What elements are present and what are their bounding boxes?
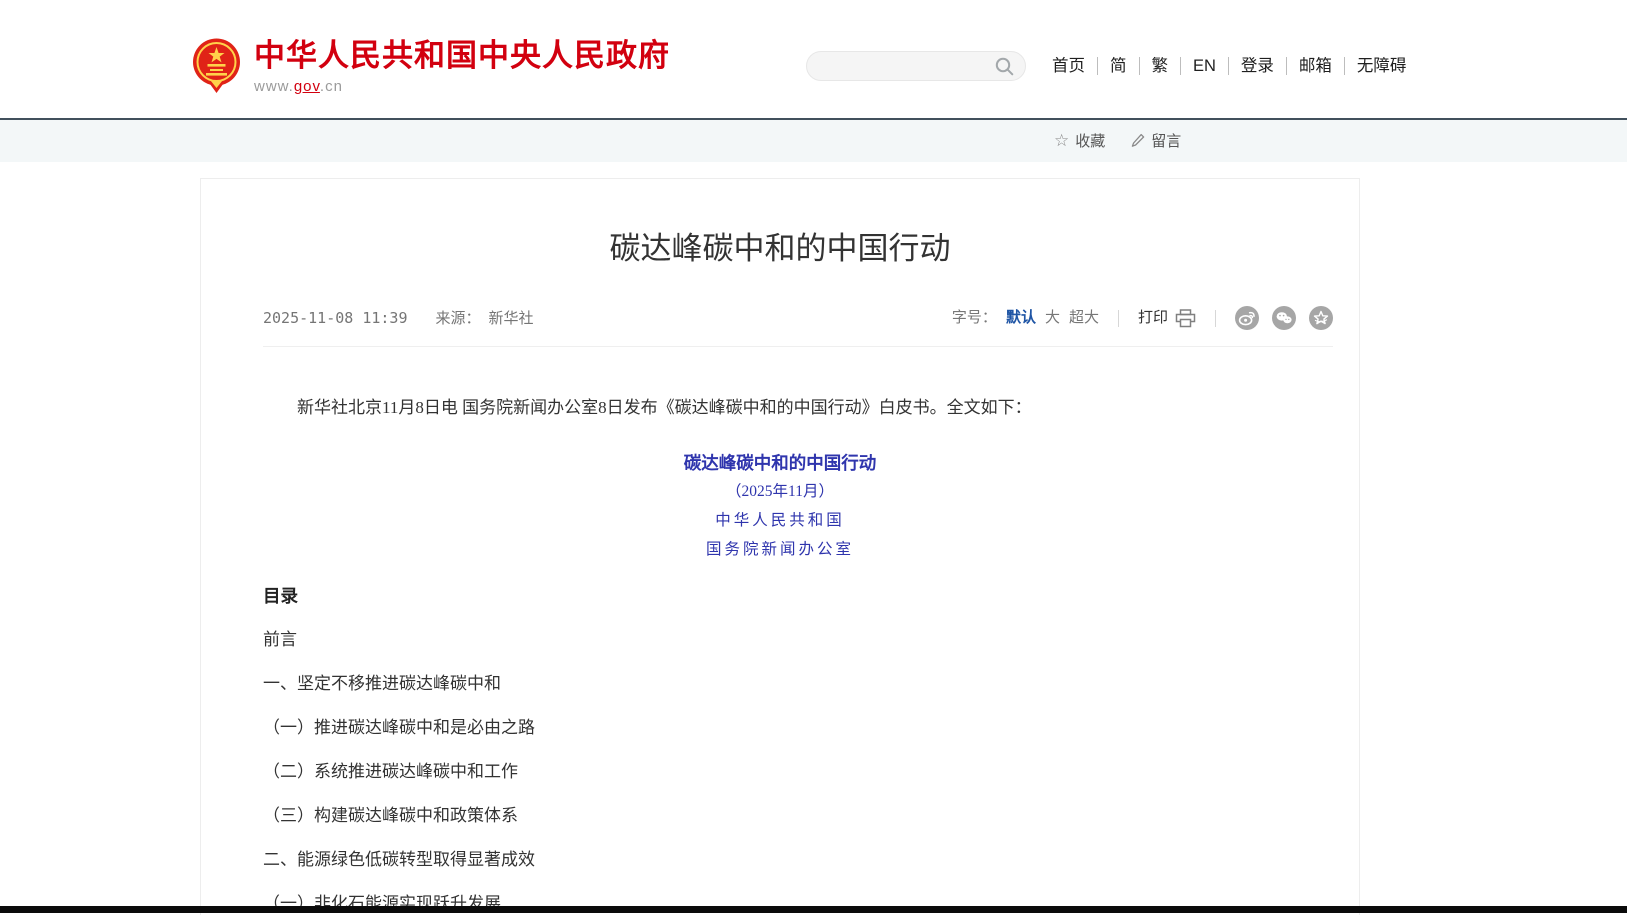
nav-traditional[interactable]: 繁 — [1140, 57, 1182, 75]
pencil-icon — [1131, 133, 1145, 149]
comment-label: 留言 — [1151, 130, 1181, 151]
search-icon[interactable] — [995, 57, 1014, 76]
toc-item: （二）系统推进碳达峰碳中和工作 — [263, 759, 1297, 785]
toc-item: 前言 — [263, 627, 1297, 653]
source: 来源： 新华社 — [436, 308, 534, 328]
toc-heading: 目录 — [263, 583, 1297, 609]
share-buttons — [1235, 306, 1333, 330]
brand-text: 中华人民共和国中央人民政府 www.gov.cn — [254, 38, 670, 95]
toc-item: （一）推进碳达峰碳中和是必由之路 — [263, 715, 1297, 741]
nav-home[interactable]: 首页 — [1040, 57, 1098, 75]
url-www: www. — [254, 78, 294, 95]
site-brand: 中华人民共和国中央人民政府 www.gov.cn — [192, 38, 670, 95]
doc-org-line1: 中华人民共和国 — [263, 508, 1297, 534]
top-nav: 首页 简 繁 EN 登录 邮箱 无障碍 — [1040, 57, 1418, 75]
table-of-contents: 前言 一、坚定不移推进碳达峰碳中和 （一）推进碳达峰碳中和是必由之路 （二）系统… — [263, 627, 1297, 917]
toc-item: （一）非化石能源实现跃升发展 — [263, 891, 1297, 917]
printer-icon — [1175, 309, 1196, 328]
article-meta: 2025-11-08 11:39 来源： 新华社 字号： 默认 大 超大 打印 — [263, 306, 1333, 347]
font-size-default-button[interactable]: 默认 — [1006, 308, 1036, 328]
url-gov: gov — [294, 78, 320, 95]
nav-login[interactable]: 登录 — [1229, 57, 1287, 75]
site-header: 中华人民共和国中央人民政府 www.gov.cn 首页 简 繁 EN 登录 邮箱… — [0, 0, 1627, 118]
url-cn: .cn — [320, 78, 343, 95]
nav-simplified[interactable]: 简 — [1098, 57, 1140, 75]
toc-item: 一、坚定不移推进碳达峰碳中和 — [263, 671, 1297, 697]
bottom-window-edge — [0, 906, 1627, 913]
qzone-star-icon[interactable] — [1309, 306, 1333, 330]
meta-divider — [1118, 310, 1119, 327]
meta-divider — [1215, 310, 1216, 327]
article-title: 碳达峰碳中和的中国行动 — [261, 225, 1299, 273]
meta-left: 2025-11-08 11:39 来源： 新华社 — [263, 308, 534, 328]
publish-time: 2025-11-08 11:39 — [263, 308, 408, 328]
favorite-button[interactable]: ☆ 收藏 — [1054, 130, 1105, 151]
article-body: 新华社北京11月8日电 国务院新闻办公室8日发布《碳达峰碳中和的中国行动》白皮书… — [263, 395, 1297, 917]
search-box — [806, 51, 1026, 81]
national-emblem-icon — [192, 38, 241, 94]
site-title: 中华人民共和国中央人民政府 — [254, 38, 670, 74]
meta-right: 字号： 默认 大 超大 打印 — [952, 306, 1333, 330]
star-icon: ☆ — [1054, 132, 1069, 149]
quick-actions: ☆ 收藏 留言 — [1054, 130, 1181, 151]
font-size-xlarge-button[interactable]: 超大 — [1069, 308, 1099, 328]
font-size-large-button[interactable]: 大 — [1045, 308, 1060, 328]
favorite-label: 收藏 — [1075, 130, 1105, 151]
toc-item: （三）构建碳达峰碳中和政策体系 — [263, 803, 1297, 829]
font-size-label: 字号： — [952, 308, 997, 328]
print-button[interactable]: 打印 — [1138, 308, 1196, 328]
nav-english[interactable]: EN — [1181, 57, 1229, 75]
weibo-icon[interactable] — [1235, 306, 1259, 330]
doc-org-line2: 国务院新闻办公室 — [263, 537, 1297, 563]
comment-button[interactable]: 留言 — [1131, 130, 1181, 151]
toolbar-strip — [0, 120, 1627, 162]
print-label: 打印 — [1138, 308, 1168, 328]
wechat-icon[interactable] — [1272, 306, 1296, 330]
site-url: www.gov.cn — [254, 78, 670, 95]
search-input[interactable] — [818, 57, 989, 75]
source-value: 新华社 — [489, 308, 534, 328]
nav-accessibility[interactable]: 无障碍 — [1345, 57, 1419, 75]
doc-date: （2025年11月） — [263, 479, 1297, 505]
toc-item: 二、能源绿色低碳转型取得显著成效 — [263, 847, 1297, 873]
lead-paragraph: 新华社北京11月8日电 国务院新闻办公室8日发布《碳达峰碳中和的中国行动》白皮书… — [263, 395, 1297, 421]
doc-title: 碳达峰碳中和的中国行动 — [263, 450, 1297, 476]
source-label: 来源： — [436, 308, 481, 328]
nav-mail[interactable]: 邮箱 — [1287, 57, 1345, 75]
article-card: 碳达峰碳中和的中国行动 2025-11-08 11:39 来源： 新华社 字号：… — [200, 178, 1360, 915]
